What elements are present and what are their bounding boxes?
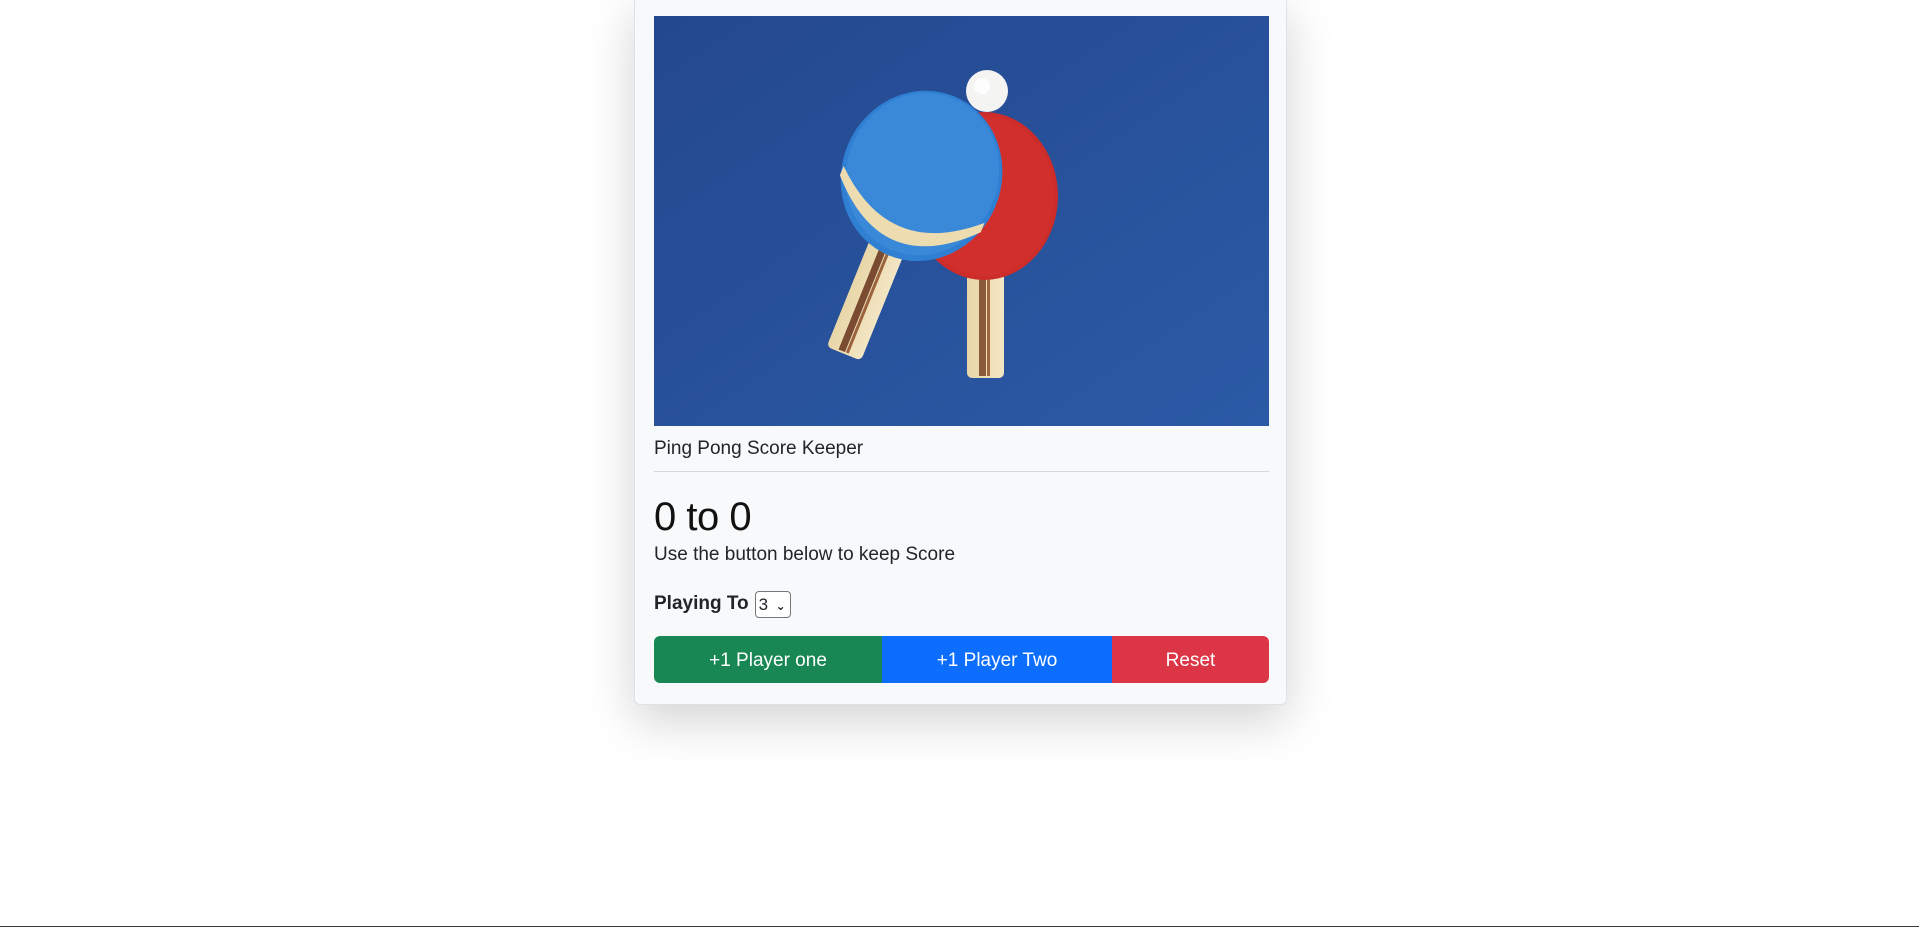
score-button-group: +1 Player one +1 Player Two Reset [654, 636, 1269, 683]
score-display: 0 to 0 [654, 487, 752, 547]
ping-pong-image [654, 16, 1269, 426]
instructions-text: Use the button below to keep Score [654, 544, 956, 565]
ping-pong-paddles-illustration [654, 16, 1269, 426]
chevron-down-icon: ⌄ [775, 598, 786, 613]
score-keeper-card: Ping Pong Score Keeper 0 to 0 Use the bu… [634, 0, 1287, 705]
ping-pong-ball [966, 70, 1008, 112]
player-one-button[interactable]: +1 Player one [654, 636, 882, 683]
player-two-button[interactable]: +1 Player Two [882, 636, 1112, 683]
playing-to-label: Playing To [654, 593, 749, 614]
page: Ping Pong Score Keeper 0 to 0 Use the bu… [0, 0, 1919, 927]
card-header: Ping Pong Score Keeper [654, 434, 1269, 472]
playing-to-control: Playing To 3 ⌄ [654, 588, 791, 620]
player-two-score: 0 [729, 495, 752, 539]
player-one-score: 0 [654, 495, 676, 539]
playing-to-selected-value: 3 [758, 594, 769, 614]
playing-to-select[interactable]: 3 ⌄ [754, 590, 791, 618]
score-separator: to [686, 495, 719, 539]
reset-button[interactable]: Reset [1112, 636, 1269, 683]
